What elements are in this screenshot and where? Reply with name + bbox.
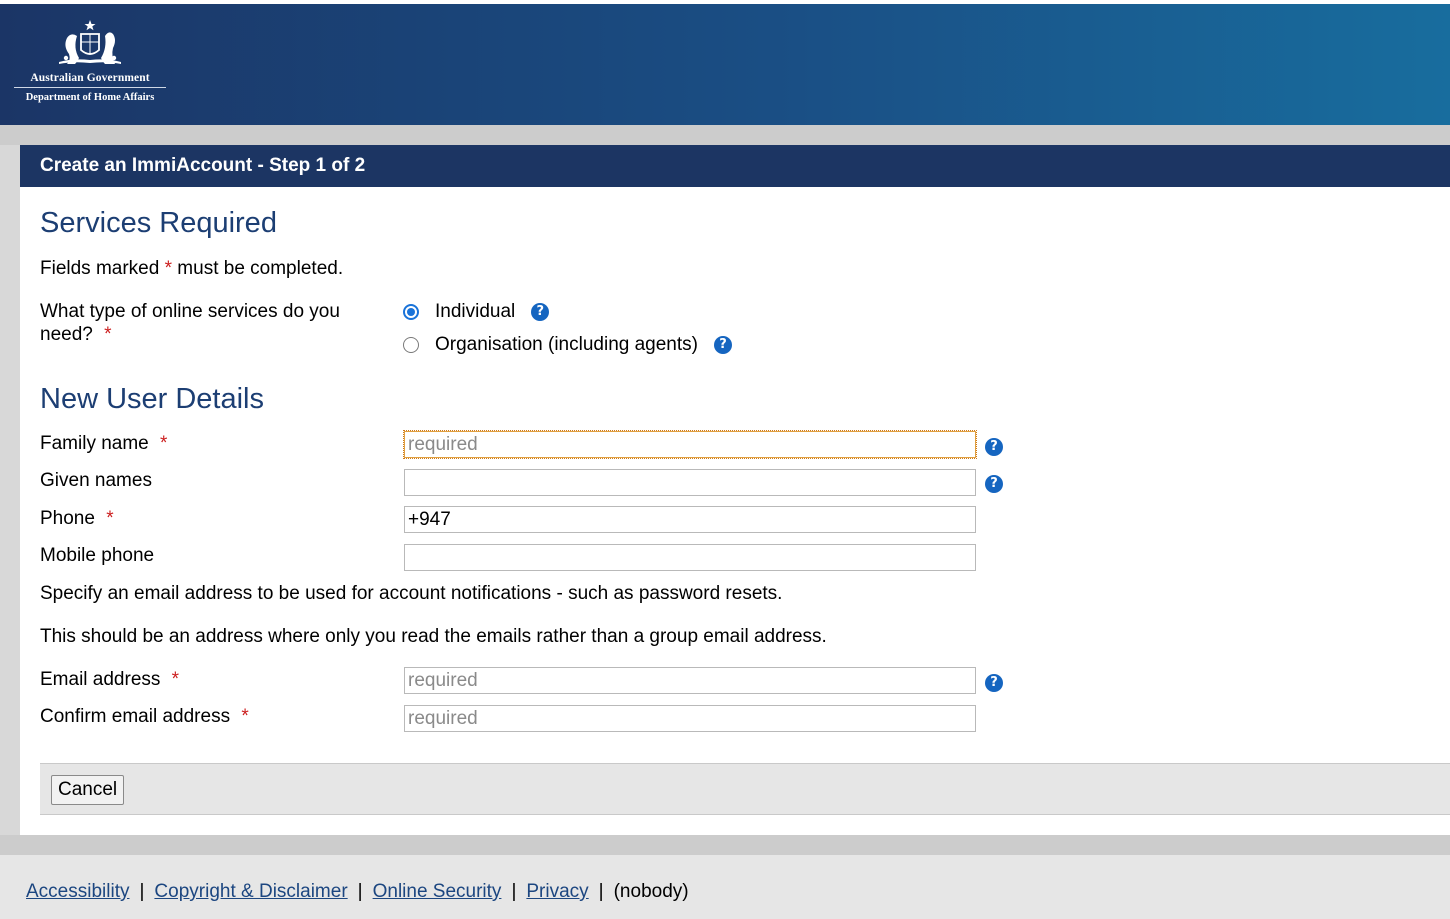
individual-radio[interactable]: [403, 304, 419, 320]
footer-link-accessibility[interactable]: Accessibility: [26, 881, 129, 903]
radio-option-individual[interactable]: Individual ?: [403, 300, 550, 324]
required-note-text-1: Fields marked: [40, 258, 160, 279]
page-gap-bottom: [0, 835, 1450, 855]
required-marker: *: [104, 324, 112, 345]
family-name-label: Family name *: [40, 432, 380, 455]
phone-label: Phone *: [40, 507, 380, 530]
department-name: Department of Home Affairs: [25, 92, 155, 103]
given-names-input[interactable]: [404, 469, 976, 496]
government-logo[interactable]: Australian Government Department of Home…: [14, 18, 166, 103]
email-input[interactable]: [404, 667, 976, 694]
button-bar: Cancel: [40, 763, 1450, 815]
site-header: Australian Government Department of Home…: [0, 4, 1450, 125]
email-label-text: Email address: [40, 669, 161, 690]
required-note-text-2: must be completed.: [177, 258, 344, 279]
required-marker: *: [241, 706, 249, 727]
government-name: Australian Government: [30, 72, 150, 84]
confirm-email-label: Confirm email address *: [40, 705, 380, 728]
question-circle-icon[interactable]: ?: [985, 438, 1003, 456]
services-question: What type of online services do you need…: [40, 300, 380, 346]
required-fields-note: Fields marked * must be completed.: [40, 257, 343, 280]
confirm-email-input[interactable]: [404, 705, 976, 732]
required-marker: *: [106, 508, 114, 529]
footer-link-online-security[interactable]: Online Security: [373, 881, 502, 903]
question-circle-icon[interactable]: ?: [714, 336, 732, 354]
cancel-button[interactable]: Cancel: [51, 775, 125, 805]
question-circle-icon[interactable]: ?: [985, 674, 1003, 692]
panel-title: Create an ImmiAccount - Step 1 of 2: [20, 145, 1450, 187]
organisation-label[interactable]: Organisation (including agents): [435, 334, 698, 356]
site-footer: Accessibility | Copyright & Disclaimer |…: [0, 855, 1450, 919]
required-marker: *: [164, 258, 173, 279]
services-question-text: What type of online services do you need…: [40, 301, 340, 345]
question-circle-icon[interactable]: ?: [985, 475, 1003, 493]
footer-link-privacy[interactable]: Privacy: [526, 881, 588, 903]
organisation-radio[interactable]: [403, 337, 419, 353]
radio-option-organisation[interactable]: Organisation (including agents) ?: [403, 333, 732, 357]
user-details-heading: New User Details: [40, 383, 264, 415]
logo-divider: [14, 87, 166, 88]
coat-of-arms-icon: [59, 20, 121, 64]
footer-separator: |: [357, 881, 363, 902]
footer-separator: |: [511, 881, 517, 902]
required-marker: *: [171, 669, 180, 690]
phone-input[interactable]: [404, 506, 976, 533]
individual-label[interactable]: Individual: [435, 301, 515, 323]
services-heading: Services Required: [40, 207, 277, 239]
footer-link-copyright[interactable]: Copyright & Disclaimer: [154, 881, 347, 903]
footer-user: (nobody): [613, 881, 689, 902]
email-note-2: This should be an address where only you…: [40, 626, 827, 647]
confirm-email-label-text: Confirm email address: [40, 706, 231, 727]
footer-separator: |: [598, 881, 604, 902]
required-marker: *: [160, 433, 168, 454]
footer-separator: |: [139, 881, 145, 902]
email-label: Email address *: [40, 668, 380, 691]
mobile-phone-label: Mobile phone: [40, 545, 155, 566]
question-circle-icon[interactable]: ?: [531, 303, 550, 321]
family-name-label-text: Family name: [40, 433, 149, 454]
page-gap: [0, 125, 1450, 145]
email-note-1: Specify an email address to be used for …: [40, 583, 783, 604]
phone-label-text: Phone: [40, 508, 95, 529]
form-panel: Create an ImmiAccount - Step 1 of 2 Serv…: [20, 145, 1450, 835]
mobile-phone-input[interactable]: [404, 544, 976, 571]
family-name-input[interactable]: [403, 430, 977, 459]
given-names-label: Given names: [40, 470, 152, 491]
